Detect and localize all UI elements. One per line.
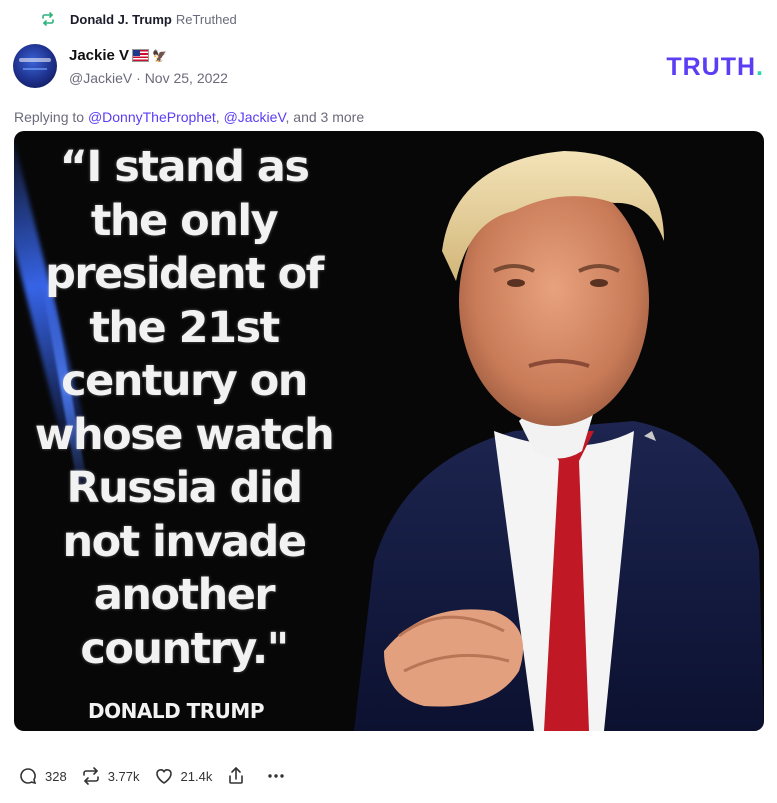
share-button[interactable] <box>226 766 246 786</box>
author-meta: @JackieV · Nov 25, 2022 <box>69 70 228 86</box>
retruth-user-name[interactable]: Donald J. Trump <box>70 12 172 27</box>
image-attribution: DONALD TRUMP <box>88 699 264 723</box>
reply-count: 328 <box>45 768 67 784</box>
reply-prefix: Replying to <box>14 109 88 125</box>
author-name[interactable]: Jackie V <box>69 47 129 64</box>
author-name-row[interactable]: Jackie V 🦅 <box>69 47 228 64</box>
retruth-banner: Donald J. Trump ReTruthed <box>40 11 237 27</box>
author-handle[interactable]: @JackieV <box>69 70 132 86</box>
like-count: 21.4k <box>180 768 213 784</box>
more-button[interactable] <box>266 766 286 786</box>
post-date[interactable]: Nov 25, 2022 <box>145 70 228 86</box>
reply-icon <box>20 768 37 785</box>
reply-comma: , <box>215 109 224 125</box>
reply-mention[interactable]: @JackieV <box>224 109 286 125</box>
action-bar: 328 3.77k 21.4k <box>18 766 300 786</box>
reply-button[interactable]: 328 <box>18 766 67 786</box>
us-flag-icon <box>132 49 150 62</box>
author-block: Jackie V 🦅 @JackieV · Nov 25, 2022 <box>69 44 228 88</box>
logo-dot: . <box>756 53 764 81</box>
like-button[interactable]: 21.4k <box>154 766 213 786</box>
reply-mention[interactable]: @DonnyTheProphet <box>88 109 216 125</box>
retruth-count: 3.77k <box>107 768 140 784</box>
retruth-button[interactable]: 3.77k <box>81 766 140 786</box>
reply-suffix[interactable]: , and 3 more <box>286 109 365 125</box>
like-icon <box>155 769 172 784</box>
more-icon <box>268 774 285 778</box>
meta-separator: · <box>136 70 141 86</box>
retruth-user[interactable]: Donald J. Trump ReTruthed <box>70 12 237 27</box>
retruth-icon <box>42 12 54 26</box>
post-header: Jackie V 🦅 @JackieV · Nov 25, 2022 <box>13 44 228 88</box>
reply-context: Replying to @DonnyTheProphet, @JackieV, … <box>14 109 364 125</box>
eagle-icon: 🦅 <box>152 48 168 63</box>
truth-logo[interactable]: TRUTH. <box>666 53 764 82</box>
post-image[interactable]: “I stand as the only president of the 21… <box>14 131 764 731</box>
retruth-label: ReTruthed <box>175 11 237 27</box>
retruth-icon <box>82 767 99 785</box>
avatar[interactable] <box>13 44 57 88</box>
portrait-photo <box>354 151 764 731</box>
logo-text: TRUTH <box>666 53 757 81</box>
share-icon <box>229 767 244 784</box>
image-quote-text: “I stand as the only president of the 21… <box>34 142 335 674</box>
